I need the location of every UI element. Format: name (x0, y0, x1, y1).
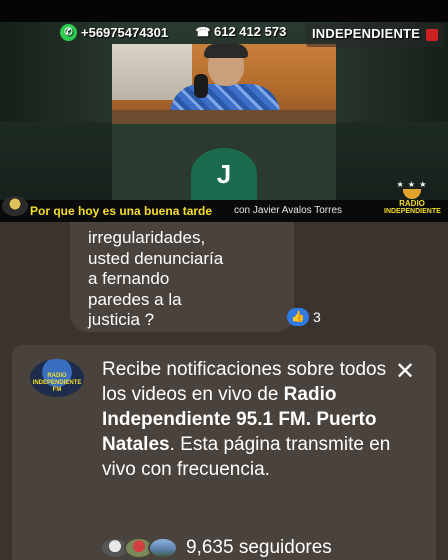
close-icon[interactable]: ✕ (392, 359, 418, 385)
comment-text: irregularidades, usted denunciaría a fer… (88, 228, 288, 331)
live-video[interactable]: ✆ +56975474301 ☎ 612 412 573 INDEPENDIEN… (0, 0, 448, 222)
page-avatar-line: INDEPENDIENTE (32, 380, 82, 386)
comment-bubble[interactable]: irregularidades, usted denunciaría a fer… (70, 222, 294, 332)
radio-logo: ★ ★ ★ RADIO INDEPENDIENTE (384, 180, 441, 218)
followers-row[interactable]: 9,635 seguidores (100, 537, 332, 559)
follow-notification-card: RADIO INDEPENDIENTE FM Recibe notificaci… (12, 345, 436, 560)
radio-badge-icon (2, 196, 28, 216)
video-top-strip (0, 0, 448, 22)
station-logo-top: INDEPENDIENTE (306, 23, 444, 47)
participant-tile: J (112, 124, 336, 200)
comment-line: justicia ? (88, 310, 155, 329)
whatsapp-icon: ✆ (60, 24, 77, 41)
whatsapp-number: +56975474301 (81, 25, 169, 40)
host-camera-feed (112, 44, 336, 124)
phone-number: 612 412 573 (214, 24, 287, 39)
whatsapp-contact: ✆ +56975474301 (60, 24, 168, 41)
page-avatar-line: FM (52, 387, 62, 393)
page-avatar-text: RADIO INDEPENDIENTE FM (30, 373, 84, 394)
radio-logo-line2: INDEPENDIENTE (384, 208, 441, 215)
participant-avatar: J (191, 148, 257, 200)
host-headphones (204, 44, 248, 58)
page-avatar[interactable]: RADIO INDEPENDIENTE FM (30, 359, 84, 397)
comment-line: usted denunciaría (88, 248, 224, 268)
phone-icon: ☎ (195, 24, 211, 39)
reaction-count: 3 (313, 309, 321, 325)
followers-count: 9,635 seguidores (186, 537, 332, 558)
host-credit: con Javier Avalos Torres (234, 205, 343, 216)
station-logo-text: INDEPENDIENTE (312, 26, 421, 41)
follower-avatar (148, 537, 178, 559)
logo-stars: ★ ★ ★ (396, 180, 428, 189)
comment-line: paredes a la (88, 289, 182, 309)
comment-line: irregularidades, (88, 228, 206, 247)
microphone-icon (194, 74, 208, 98)
radio-cup-icon (403, 189, 421, 199)
phone-contact: ☎ 612 412 573 (195, 24, 287, 39)
like-icon: 👍 (287, 308, 309, 326)
show-tagline: Por que hoy es una buena tarde (30, 204, 213, 218)
live-flag-icon (426, 29, 438, 41)
studio-desk (112, 110, 336, 124)
comment-reactions[interactable]: 👍 3 (287, 308, 321, 326)
radio-logo-line1: RADIO (399, 199, 425, 208)
notification-message: Recibe notificaciones sobre todos los vi… (102, 357, 402, 482)
page-avatar-line: RADIO (47, 373, 67, 379)
comment-line: a fernando (88, 269, 170, 288)
notification-prefix: Recibe notificaciones sobre todos los vi… (102, 359, 387, 405)
